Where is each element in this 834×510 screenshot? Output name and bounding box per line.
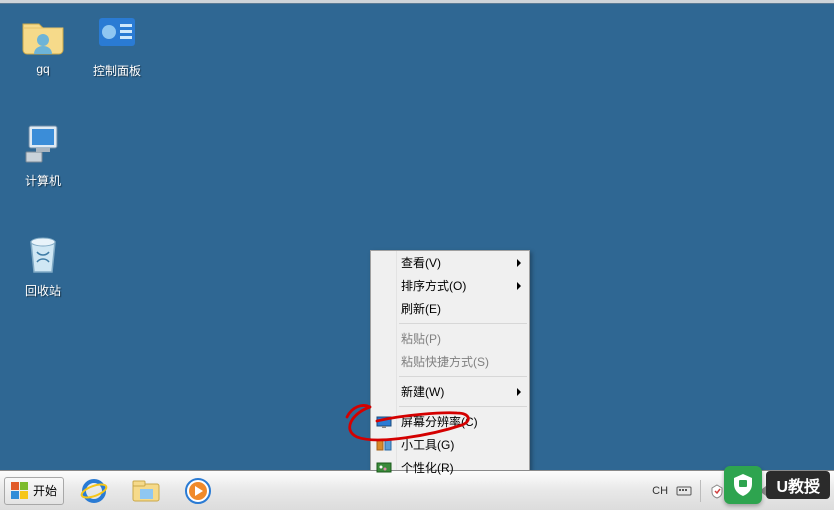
watermark-text: U教授 [766, 471, 830, 499]
action-center-icon[interactable] [709, 483, 725, 499]
media-player-icon [184, 477, 212, 505]
window-border [0, 0, 834, 4]
desktop-icon-label: 计算机 [8, 172, 78, 189]
menu-item-refresh[interactable]: 刷新(E) [371, 297, 529, 320]
desktop-icon-user[interactable]: gq [8, 10, 78, 76]
desktop-icon-label: 控制面板 [82, 62, 152, 79]
menu-item-paste-shortcut: 粘贴快捷方式(S) [371, 350, 529, 373]
menu-item-view[interactable]: 查看(V) [371, 251, 529, 274]
windows-logo-icon [11, 482, 29, 500]
monitor-icon [376, 416, 392, 428]
start-label: 开始 [33, 482, 57, 499]
folder-user-icon [19, 10, 67, 58]
desktop-icon-control-panel[interactable]: 控制面板 [82, 10, 152, 79]
menu-separator [399, 406, 527, 407]
menu-item-new[interactable]: 新建(W) [371, 380, 529, 403]
taskbar-media-player-button[interactable] [174, 475, 222, 507]
keyboard-icon[interactable] [676, 483, 692, 499]
personalize-icon [376, 462, 392, 474]
desktop-context-menu: 查看(V) 排序方式(O) 刷新(E) 粘贴(P) 粘贴快捷方式(S) 新建(W… [370, 250, 530, 480]
computer-icon [19, 120, 67, 168]
start-button[interactable]: 开始 [4, 477, 64, 505]
ie-icon [80, 477, 108, 505]
tray-separator [700, 480, 701, 502]
menu-separator [399, 323, 527, 324]
menu-item-personalize[interactable]: 个性化(R) [371, 456, 529, 479]
menu-separator [399, 376, 527, 377]
desktop[interactable]: gq 控制面板 计算机 回收站 查看(V) 排序方式(O) 刷新(E) 粘贴(P… [0, 0, 834, 470]
ime-indicator[interactable]: CH [652, 485, 668, 497]
desktop-icon-recycle-bin[interactable]: 回收站 [8, 230, 78, 299]
watermark: U教授 [724, 466, 830, 504]
desktop-icon-label: 回收站 [8, 282, 78, 299]
folder-icon [131, 478, 161, 504]
menu-item-resolution[interactable]: 屏幕分辨率(C) [371, 410, 529, 433]
desktop-icon-label: gq [8, 62, 78, 76]
menu-item-sort[interactable]: 排序方式(O) [371, 274, 529, 297]
menu-item-paste: 粘贴(P) [371, 327, 529, 350]
desktop-icon-computer[interactable]: 计算机 [8, 120, 78, 189]
gadgets-icon [376, 439, 392, 451]
watermark-badge-icon [724, 466, 762, 504]
taskbar-explorer-button[interactable] [122, 475, 170, 507]
menu-item-gadgets[interactable]: 小工具(G) [371, 433, 529, 456]
taskbar-ie-button[interactable] [70, 475, 118, 507]
recycle-bin-icon [19, 230, 67, 278]
control-panel-icon [93, 10, 141, 58]
